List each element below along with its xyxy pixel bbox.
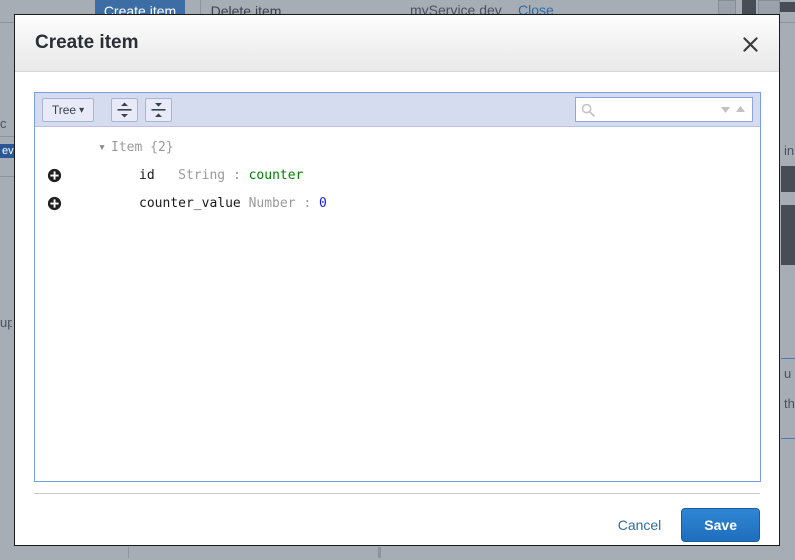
background-fragment-u: u	[784, 366, 795, 381]
tree-value-gap	[311, 196, 319, 211]
tree-field-name[interactable]: counter_value	[139, 196, 241, 211]
tree-row-gutter	[43, 196, 93, 211]
tree-root-space	[142, 140, 150, 155]
tree-value-type[interactable]: String	[178, 168, 225, 183]
json-editor-toolbar: Tree ▾	[35, 93, 760, 127]
background-panel-f	[781, 205, 795, 265]
save-button[interactable]: Save	[681, 508, 760, 542]
add-circle-icon[interactable]	[47, 168, 62, 183]
tree-field-gap	[155, 168, 178, 183]
close-icon[interactable]	[735, 29, 765, 59]
triangle-down-icon[interactable]: ▾	[93, 140, 111, 155]
tree-row-gutter	[43, 168, 93, 183]
modal-footer: Cancel Save	[34, 493, 760, 560]
background-rule-2	[0, 176, 14, 177]
tree-root-label: Item	[111, 140, 142, 155]
collapse-all-icon	[151, 102, 166, 118]
search-nav	[719, 103, 749, 116]
tree-field-gap	[241, 196, 249, 211]
tree-value[interactable]: counter	[249, 168, 304, 183]
background-rule-1	[0, 136, 14, 137]
tree-row-counter-value[interactable]: counter_value Number : 0	[35, 189, 760, 217]
search-input[interactable]	[596, 102, 719, 118]
tree-value-gap	[241, 168, 249, 183]
search-box[interactable]	[575, 97, 753, 122]
footer-actions: Cancel Save	[614, 508, 760, 542]
add-circle-icon[interactable]	[47, 196, 62, 211]
background-fragment-c: c	[0, 116, 12, 131]
tree-value-type[interactable]: Number	[249, 196, 296, 211]
tree-colon-gap	[296, 196, 304, 211]
search-icon	[580, 103, 596, 117]
chevron-down-icon[interactable]	[719, 103, 732, 116]
modal-body: Tree ▾	[15, 72, 779, 482]
tree-root-count: {2}	[150, 140, 173, 155]
json-editor: Tree ▾	[34, 92, 761, 482]
create-item-modal: Create item Tree ▾	[14, 14, 780, 546]
background-panel-e	[781, 166, 795, 192]
tree-field-name[interactable]: id	[139, 168, 155, 183]
editor-mode-dropdown[interactable]: Tree ▾	[42, 98, 94, 122]
background-rule-4	[781, 438, 795, 439]
page-title: Create item	[35, 15, 139, 71]
cancel-button[interactable]: Cancel	[614, 511, 666, 539]
tree-row-id[interactable]: id String : counter	[35, 161, 760, 189]
tree-colon-gap	[225, 168, 233, 183]
json-tree[interactable]: ▾ Item {2} id	[35, 127, 760, 481]
tree-colon: :	[233, 168, 241, 183]
chevron-up-icon[interactable]	[734, 103, 747, 116]
expand-all-icon	[117, 102, 132, 118]
modal-header: Create item	[15, 15, 779, 72]
background-panel-d	[780, 2, 795, 12]
editor-mode-label: Tree	[52, 103, 76, 117]
tree-row-root[interactable]: ▾ Item {2}	[35, 133, 760, 161]
chevron-down-icon: ▾	[79, 105, 84, 116]
background-fragment-th: th	[784, 396, 795, 411]
tree-colon: :	[303, 196, 311, 211]
background-fragment-up: up	[0, 315, 12, 330]
tree-value[interactable]: 0	[319, 196, 327, 211]
collapse-all-button[interactable]	[145, 98, 172, 122]
expand-all-button[interactable]	[111, 98, 138, 122]
background-rule-3	[781, 358, 795, 359]
background-fragment-in: in	[784, 143, 795, 158]
